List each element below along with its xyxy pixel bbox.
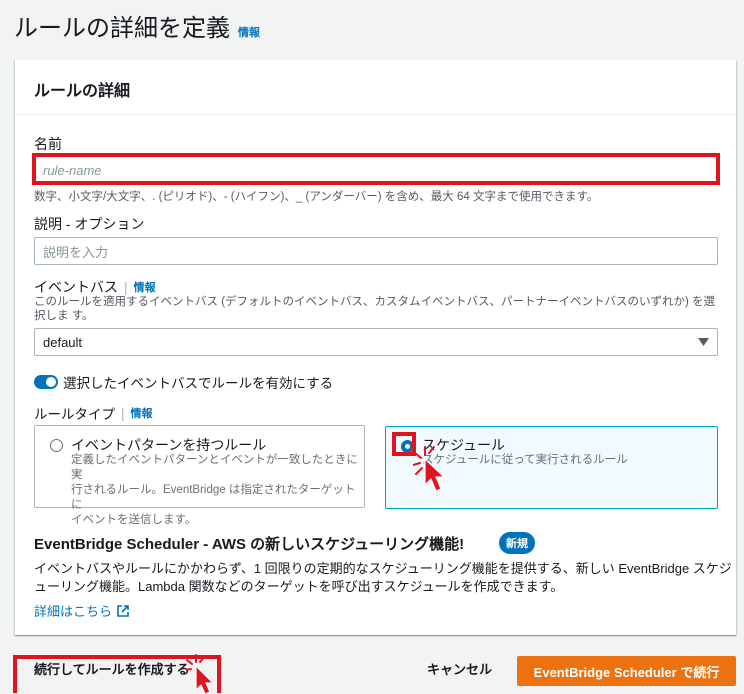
event-pattern-desc-line: 行されるルール。EventBridge は指定されたターゲットに [71, 484, 356, 511]
event-bus-select[interactable]: default [34, 328, 718, 356]
scheduler-notice-title: EventBridge Scheduler - AWS の新しいスケジューリング… [34, 536, 465, 553]
scheduler-notice-body-line: ューリング機能。Lambda 関数などのターゲットを呼び出すスケジュールを作成で… [34, 579, 564, 594]
click-cursor-icon [186, 654, 215, 694]
schedule-desc: スケジュールに従って実行されるルール [422, 454, 628, 466]
event-bus-selected: default [43, 334, 83, 350]
page-title-text: ルールの詳細を定義 [14, 15, 230, 42]
caret-down-icon [698, 338, 709, 346]
name-hint: 数字、小文字/大文字、. (ピリオド)、- (ハイフン)、_ (アンダーバー) … [34, 191, 599, 203]
event-pattern-desc-line: 定義したイベントパターンとイベントが一致したときに実 [71, 454, 358, 481]
event-bus-hint: このルールを適用するイベントバス (デフォルトのイベントバス、カスタムイベントバ… [34, 296, 716, 322]
event-bus-info-link[interactable]: 情報 [134, 279, 156, 295]
learn-more-link[interactable]: 詳細はこちら [34, 601, 129, 620]
new-badge: 新規 [499, 532, 535, 554]
enable-rule-label: 選択したイベントバスでルールを有効にする [63, 376, 334, 391]
name-placeholder: rule-name [43, 162, 102, 178]
event-pattern-title: イベントパターンを持つルール [71, 437, 267, 453]
continue-create-rule-button[interactable]: 続行してルールを作成する [34, 659, 190, 678]
divider: | [124, 279, 128, 295]
event-pattern-desc-line: イベントを送信します。 [71, 514, 197, 526]
tile-event-pattern[interactable]: イベントパターンを持つルール 定義したイベントパターンとイベントが一致したときに… [34, 425, 365, 526]
cancel-button[interactable]: キャンセル [427, 659, 492, 678]
name-input[interactable]: rule-name [34, 156, 718, 184]
rule-detail-card: ルールの詳細 名前 rule-name 数字、小文字/大文字、. (ピリオド)、… [15, 60, 736, 635]
external-link-icon [117, 604, 129, 617]
event-pattern-radio[interactable] [50, 439, 63, 452]
continue-with-scheduler-button[interactable]: EventBridge Scheduler で続行 [517, 656, 736, 686]
enable-rule-toggle[interactable] [34, 375, 58, 389]
learn-more-text: 詳細はこちら [34, 604, 113, 619]
name-label: 名前 [34, 136, 62, 152]
description-label: 説明 - オプション [34, 216, 145, 232]
scheduler-notice-body-line: イベントバスやルールにかかわらず、1 回限りの定期的なスケジューリング機能を提供… [34, 561, 732, 576]
click-cursor-icon [413, 446, 446, 492]
description-placeholder: 説明を入力 [43, 244, 109, 260]
rule-type-label-row: ルールタイプ | 情報 [34, 403, 153, 423]
event-bus-label: イベントバス [34, 279, 118, 295]
description-input[interactable]: 説明を入力 [34, 237, 718, 265]
scheduler-notice-body: イベントバスやルールにかかわらず、1 回限りの定期的なスケジューリング機能を提供… [34, 560, 732, 596]
divider: | [121, 405, 125, 421]
event-pattern-desc: 定義したイベントパターンとイベントが一致したときに実 行されるルール。Event… [71, 453, 364, 528]
event-bus-label-row: イベントバス | 情報 [34, 277, 156, 297]
rule-type-info-link[interactable]: 情報 [131, 405, 153, 421]
page-info-link[interactable]: 情報 [238, 24, 260, 40]
card-header: ルールの詳細 [15, 60, 736, 115]
page-title: ルールの詳細を定義 情報 [14, 8, 260, 43]
rule-type-label: ルールタイプ [34, 407, 115, 422]
